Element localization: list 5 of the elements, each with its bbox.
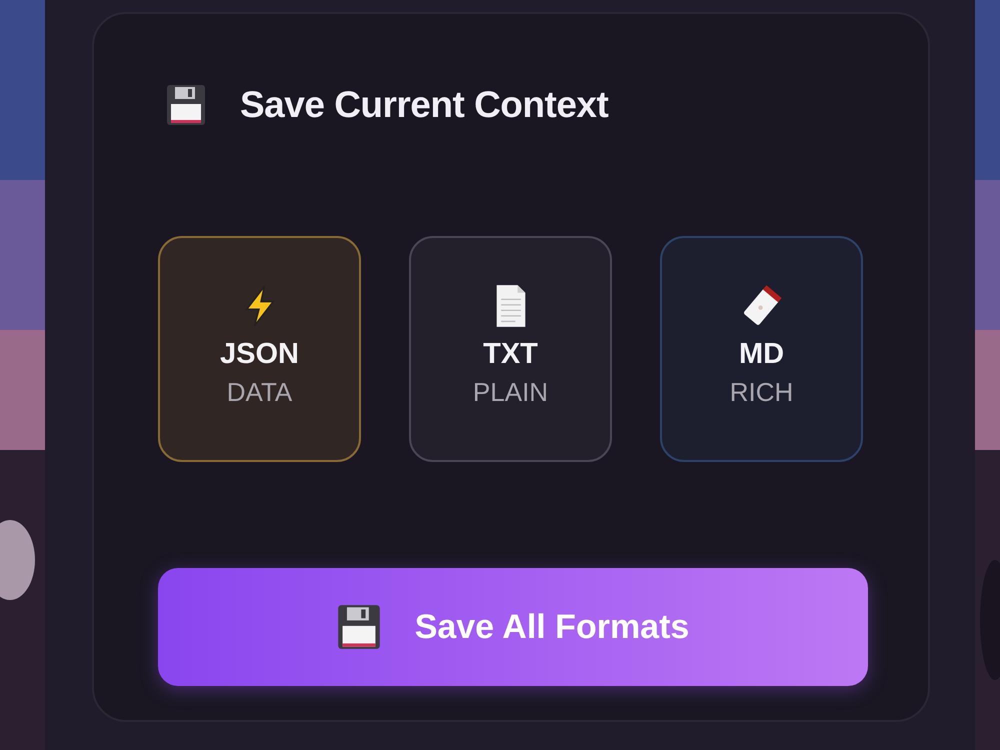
format-option[interactable]: TXT PLAIN — [409, 236, 612, 462]
format-option[interactable]: JSON DATA — [158, 236, 361, 462]
section-title: Save Current Context — [240, 84, 608, 126]
format-option[interactable]: MD RICH — [660, 236, 863, 462]
save-all-button[interactable]: Save All Formats — [158, 568, 868, 686]
